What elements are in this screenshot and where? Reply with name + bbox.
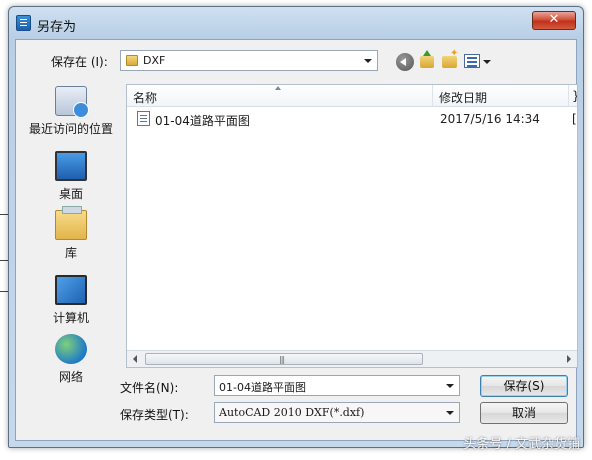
save-in-combobox[interactable]: DXF <box>120 50 378 71</box>
filetype-select[interactable]: AutoCAD 2010 DXF(*.dxf) <box>214 402 460 423</box>
place-label: 网络 <box>58 370 83 384</box>
back-icon[interactable] <box>396 53 414 71</box>
place-computer[interactable]: 计算机 <box>22 272 120 326</box>
column-header-overflow[interactable]: } <box>569 85 577 107</box>
filename-label: 文件名(N): <box>120 381 179 395</box>
place-label: 计算机 <box>52 311 89 325</box>
close-button[interactable]: ✕ <box>532 11 576 30</box>
save-in-value: DXF <box>143 54 166 67</box>
filename-value: 01-04道路平面图 <box>219 381 306 394</box>
network-icon <box>55 334 87 364</box>
file-name: 01-04道路平面图 <box>155 114 250 128</box>
up-one-level-icon[interactable] <box>420 50 434 68</box>
cancel-button[interactable]: 取消 <box>480 402 568 424</box>
column-header-modified[interactable]: 修改日期 <box>433 85 569 107</box>
title-bar[interactable]: 另存为 ✕ <box>9 7 583 37</box>
save-in-label: 保存在 (I): <box>51 55 108 69</box>
place-label: 最近访问的位置 <box>28 122 113 136</box>
libraries-icon <box>55 206 87 240</box>
filetype-label: 保存类型(T): <box>120 408 189 422</box>
horizontal-scrollbar[interactable]: ||| <box>127 350 577 367</box>
dialog-body: 保存在 (I): DXF 最近访问的位置 桌面 库 <box>15 39 578 441</box>
file-list[interactable]: 名称 修改日期 } 01-04道路平面图 2017/5/16 14:34 [ |… <box>126 84 578 368</box>
dialog-title: 另存为 <box>37 20 77 35</box>
sort-ascending-icon <box>275 86 281 90</box>
document-icon <box>137 111 150 126</box>
place-recent[interactable]: 最近访问的位置 <box>22 86 120 137</box>
save-as-dialog: 另存为 ✕ 保存在 (I): DXF 最近访问的位置 桌面 库 <box>8 6 584 448</box>
view-menu-caret-icon[interactable] <box>483 60 491 64</box>
place-desktop[interactable]: 桌面 <box>22 148 120 202</box>
place-libraries[interactable]: 库 <box>22 206 120 261</box>
desktop-icon <box>55 151 87 181</box>
filetype-value: AutoCAD 2010 DXF(*.dxf) <box>219 406 365 419</box>
places-bar: 最近访问的位置 桌面 库 计算机 网络 <box>22 80 120 398</box>
file-modified-date: 2017/5/16 14:34 <box>440 112 540 126</box>
scroll-right-icon[interactable] <box>567 355 571 363</box>
chevron-down-icon[interactable] <box>443 379 456 392</box>
column-header-name[interactable]: 名称 <box>127 85 433 107</box>
chevron-down-icon[interactable] <box>361 54 374 67</box>
place-label: 库 <box>64 246 77 260</box>
computer-icon <box>55 275 87 305</box>
list-item[interactable]: 01-04道路平面图 2017/5/16 14:34 [ <box>127 109 577 129</box>
view-menu-icon[interactable] <box>464 54 480 68</box>
chevron-down-icon[interactable] <box>443 406 456 419</box>
place-network[interactable]: 网络 <box>22 334 120 385</box>
file-extra-column: [ <box>572 112 577 126</box>
recent-places-icon <box>55 86 89 118</box>
watermark: 头条号 / 文武杂货铺 <box>463 437 580 452</box>
filename-field[interactable]: 01-04道路平面图 <box>214 375 460 396</box>
scrollbar-thumb[interactable]: ||| <box>145 353 423 365</box>
folder-icon <box>126 55 138 66</box>
save-dialog-icon <box>16 15 31 31</box>
new-folder-icon[interactable] <box>442 48 458 68</box>
place-label: 桌面 <box>58 187 83 201</box>
scroll-left-icon[interactable] <box>133 355 137 363</box>
scroll-grip-icon: ||| <box>279 355 285 364</box>
save-button[interactable]: 保存(S) <box>480 375 568 397</box>
